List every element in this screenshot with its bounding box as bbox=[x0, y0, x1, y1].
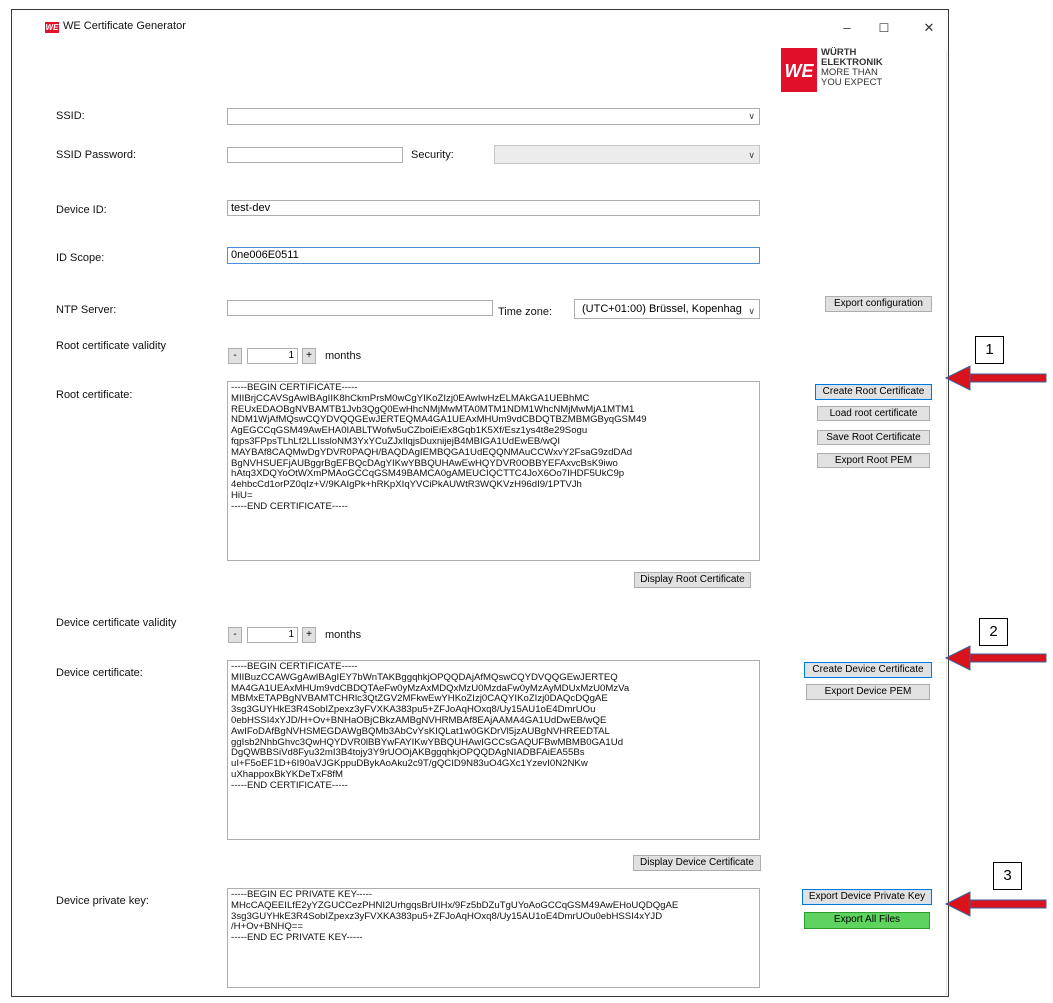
load-root-certificate-button[interactable]: Load root certificate bbox=[817, 406, 930, 421]
ntp-server-field[interactable] bbox=[227, 300, 493, 316]
minimize-icon[interactable]: – bbox=[840, 21, 854, 35]
export-root-pem-button[interactable]: Export Root PEM bbox=[817, 453, 930, 468]
ssid-label: SSID: bbox=[56, 110, 85, 122]
time-zone-label: Time zone: bbox=[498, 306, 553, 318]
time-zone-value: (UTC+01:00) Brüssel, Kopenhag bbox=[582, 303, 742, 315]
device-private-key-textarea[interactable]: -----BEGIN EC PRIVATE KEY----- MHcCAQEEI… bbox=[227, 888, 760, 988]
display-root-certificate-button[interactable]: Display Root Certificate bbox=[634, 572, 751, 588]
device-validity-unit: months bbox=[325, 629, 362, 641]
time-zone-combobox[interactable]: (UTC+01:00) Brüssel, Kopenhag ∨ bbox=[574, 299, 760, 319]
ssid-password-field[interactable] bbox=[227, 147, 403, 163]
annotation-arrow-3-icon bbox=[944, 891, 1047, 917]
device-certificate-label: Device certificate: bbox=[56, 667, 143, 679]
annotation-arrow-1-icon bbox=[944, 365, 1047, 391]
device-validity-label: Device certificate validity bbox=[56, 617, 177, 629]
annotation-arrow-2-icon bbox=[944, 645, 1047, 671]
chevron-down-icon: ∨ bbox=[748, 111, 755, 121]
security-combobox[interactable]: ∨ bbox=[494, 145, 760, 164]
create-device-certificate-button[interactable]: Create Device Certificate bbox=[804, 662, 932, 678]
display-device-certificate-button[interactable]: Display Device Certificate bbox=[633, 855, 761, 871]
id-scope-label: ID Scope: bbox=[56, 252, 105, 264]
root-validity-value[interactable]: 1 bbox=[247, 348, 298, 364]
app-logo-icon: WE bbox=[45, 22, 59, 33]
root-validity-increment-button[interactable]: + bbox=[302, 348, 316, 364]
id-scope-field[interactable]: 0ne006E0511 bbox=[227, 247, 760, 264]
chevron-down-icon: ∨ bbox=[748, 150, 755, 160]
device-private-key-label: Device private key: bbox=[56, 895, 149, 907]
device-certificate-textarea[interactable]: -----BEGIN CERTIFICATE----- MIIBuzCCAWGg… bbox=[227, 660, 760, 840]
window-divider bbox=[946, 50, 947, 995]
device-validity-increment-button[interactable]: + bbox=[302, 627, 316, 643]
close-icon[interactable]: ✕ bbox=[922, 21, 936, 35]
annotation-box-2: 2 bbox=[979, 618, 1008, 646]
annotation-box-3: 3 bbox=[993, 862, 1022, 890]
brand-tagline: WÜRTH ELEKTRONIK MORE THAN YOU EXPECT bbox=[821, 48, 883, 88]
export-device-private-key-button[interactable]: Export Device Private Key bbox=[802, 889, 932, 905]
export-device-pem-button[interactable]: Export Device PEM bbox=[806, 684, 930, 700]
device-validity-value[interactable]: 1 bbox=[247, 627, 298, 643]
root-validity-decrement-button[interactable]: - bbox=[228, 348, 242, 364]
annotation-box-1: 1 bbox=[975, 336, 1004, 364]
device-validity-decrement-button[interactable]: - bbox=[228, 627, 242, 643]
ssid-password-label: SSID Password: bbox=[56, 149, 137, 161]
root-validity-label: Root certificate validity bbox=[56, 340, 167, 352]
wurth-logo-icon: WE bbox=[781, 48, 817, 92]
root-certificate-textarea[interactable]: -----BEGIN CERTIFICATE----- MIIBrjCCAVSg… bbox=[227, 381, 760, 561]
brand-line-4: YOU EXPECT bbox=[821, 77, 883, 88]
security-label: Security: bbox=[411, 149, 454, 161]
root-certificate-label: Root certificate: bbox=[56, 389, 133, 401]
window-title: WE Certificate Generator bbox=[63, 20, 186, 32]
export-configuration-button[interactable]: Export configuration bbox=[825, 296, 932, 312]
device-id-label: Device ID: bbox=[56, 204, 107, 216]
ntp-server-label: NTP Server: bbox=[56, 304, 117, 316]
ssid-combobox[interactable]: ∨ bbox=[227, 108, 760, 125]
root-validity-unit: months bbox=[325, 350, 362, 362]
brand-logo-letters: WE bbox=[785, 61, 815, 81]
device-id-field[interactable]: test-dev bbox=[227, 200, 760, 216]
save-root-certificate-button[interactable]: Save Root Certificate bbox=[817, 430, 930, 445]
export-all-files-button[interactable]: Export All Files bbox=[804, 912, 930, 929]
chevron-down-icon: ∨ bbox=[748, 306, 755, 316]
create-root-certificate-button[interactable]: Create Root Certificate bbox=[815, 384, 932, 400]
maximize-icon[interactable]: ☐ bbox=[877, 21, 891, 35]
